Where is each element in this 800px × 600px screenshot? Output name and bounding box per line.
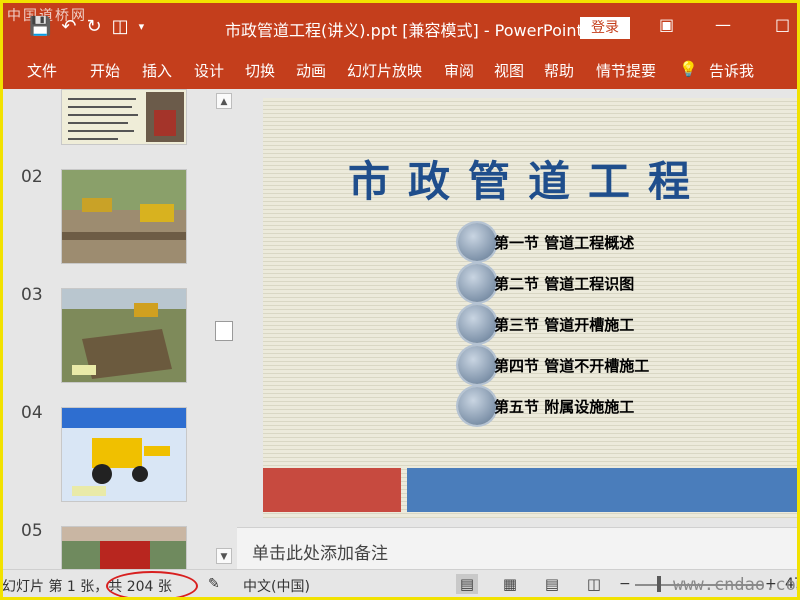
powerpoint-window: 中国道桥网 💾 ↶ ↻ ◫ ▾ 市政管道工程(讲义).ppt [兼容模式] - …	[0, 0, 800, 600]
slide-thumbnail-image	[68, 92, 184, 142]
notes-pane[interactable]: 单击此处添加备注	[237, 527, 797, 570]
slideshow-view-icon[interactable]: ◫	[583, 574, 605, 594]
tab-storyboarding[interactable]: 情节提要	[596, 60, 656, 81]
tab-insert[interactable]: 插入	[142, 60, 172, 81]
ribbon-tabs: 文件 开始 插入 设计 切换 动画 幻灯片放映 审阅 视图 帮助 情节提要 💡 …	[3, 51, 797, 89]
trench-photo	[62, 289, 186, 382]
quick-access-toolbar: 💾 ↶ ↻ ◫ ▾	[29, 13, 154, 39]
slide-thumbnail-04[interactable]	[61, 407, 187, 502]
thumbnails-scrollbar[interactable]: ▲ ▼	[214, 89, 234, 569]
lightbulb-icon[interactable]: 💡	[679, 60, 698, 78]
site-watermark-bottom: www.cndao.com	[673, 575, 800, 595]
agenda-item-text: 第一节 管道工程概述	[494, 234, 635, 252]
slide-number: 04	[21, 403, 43, 423]
circle-bullet-icon	[458, 346, 496, 384]
document-title: 市政管道工程(讲义).ppt [兼容模式] - PowerPoint	[225, 21, 583, 40]
present-icon[interactable]: ◫	[112, 16, 129, 37]
current-slide[interactable]: 市政管道工程 第一节 管道工程概述 第二节 管道工程识图 第三节 管道开槽施工 …	[263, 98, 797, 518]
redo-icon[interactable]: ↻	[87, 16, 102, 37]
slide-thumbnail-03[interactable]	[61, 288, 187, 383]
save-icon[interactable]: 💾	[29, 16, 51, 37]
scroll-up-icon[interactable]: ▲	[216, 93, 232, 109]
title-bar: 中国道桥网 💾 ↶ ↻ ◫ ▾ 市政管道工程(讲义).ppt [兼容模式] - …	[3, 3, 797, 51]
excavator-photo	[62, 170, 186, 263]
tab-design[interactable]: 设计	[194, 60, 224, 81]
slide-thumbnail-01[interactable]	[61, 89, 187, 145]
tab-animations[interactable]: 动画	[296, 60, 326, 81]
login-button[interactable]: 登录	[580, 17, 630, 39]
backhoe-loader-photo	[62, 408, 186, 501]
minimize-icon[interactable]: —	[715, 15, 731, 34]
scrollbar-thumb[interactable]	[215, 321, 233, 341]
slide-number: 03	[21, 285, 43, 305]
tab-home[interactable]: 开始	[90, 60, 120, 81]
tab-help[interactable]: 帮助	[544, 60, 574, 81]
customize-qat-icon[interactable]: ▾	[139, 20, 145, 33]
tab-review[interactable]: 审阅	[444, 60, 474, 81]
zoom-slider-handle[interactable]	[657, 576, 661, 592]
slide-thumbnail-05[interactable]	[61, 526, 187, 569]
red-machine-photo	[62, 527, 186, 569]
agenda-item-text: 第三节 管道开槽施工	[494, 316, 635, 334]
circle-bullet-icon	[458, 305, 496, 343]
tab-view[interactable]: 视图	[494, 60, 524, 81]
language-indicator[interactable]: 中文(中国)	[243, 576, 310, 596]
slide-sorter-icon[interactable]: ▦	[499, 574, 521, 594]
slide-thumbnails-pane: 02 03 04 05	[3, 89, 213, 569]
normal-view-icon[interactable]: ▤	[456, 574, 478, 594]
slide-title: 市政管道工程	[348, 157, 709, 206]
notes-placeholder: 单击此处添加备注	[252, 544, 388, 564]
tab-transitions[interactable]: 切换	[245, 60, 275, 81]
undo-icon[interactable]: ↶	[61, 16, 76, 37]
red-circle-annotation	[106, 571, 198, 597]
tell-me-box[interactable]: 告诉我	[709, 60, 754, 81]
ribbon-display-icon[interactable]: ▣	[659, 15, 674, 34]
footer-bar-blue	[407, 468, 797, 512]
tab-slideshow[interactable]: 幻灯片放映	[347, 60, 422, 81]
slide-number: 05	[21, 521, 43, 541]
circle-bullet-icon	[458, 264, 496, 302]
reading-view-icon[interactable]: ▤	[541, 574, 563, 594]
scroll-down-icon[interactable]: ▼	[216, 548, 232, 564]
slide-number: 02	[21, 167, 43, 187]
spell-check-icon[interactable]: ✎	[208, 576, 220, 592]
circle-bullet-icon	[458, 223, 496, 261]
slide-editor: 市政管道工程 第一节 管道工程概述 第二节 管道工程识图 第三节 管道开槽施工 …	[237, 89, 797, 535]
slide-thumbnail-02[interactable]	[61, 169, 187, 264]
agenda-item-text: 第四节 管道不开槽施工	[494, 357, 650, 375]
tab-file[interactable]: 文件	[27, 60, 57, 81]
footer-bar-red	[263, 468, 401, 512]
maximize-icon[interactable]: □	[775, 15, 790, 34]
agenda-item-text: 第二节 管道工程识图	[494, 275, 635, 293]
zoom-out-icon[interactable]: −	[619, 576, 631, 592]
agenda-item-text: 第五节 附属设施施工	[494, 398, 635, 416]
circle-bullet-icon	[458, 387, 496, 425]
